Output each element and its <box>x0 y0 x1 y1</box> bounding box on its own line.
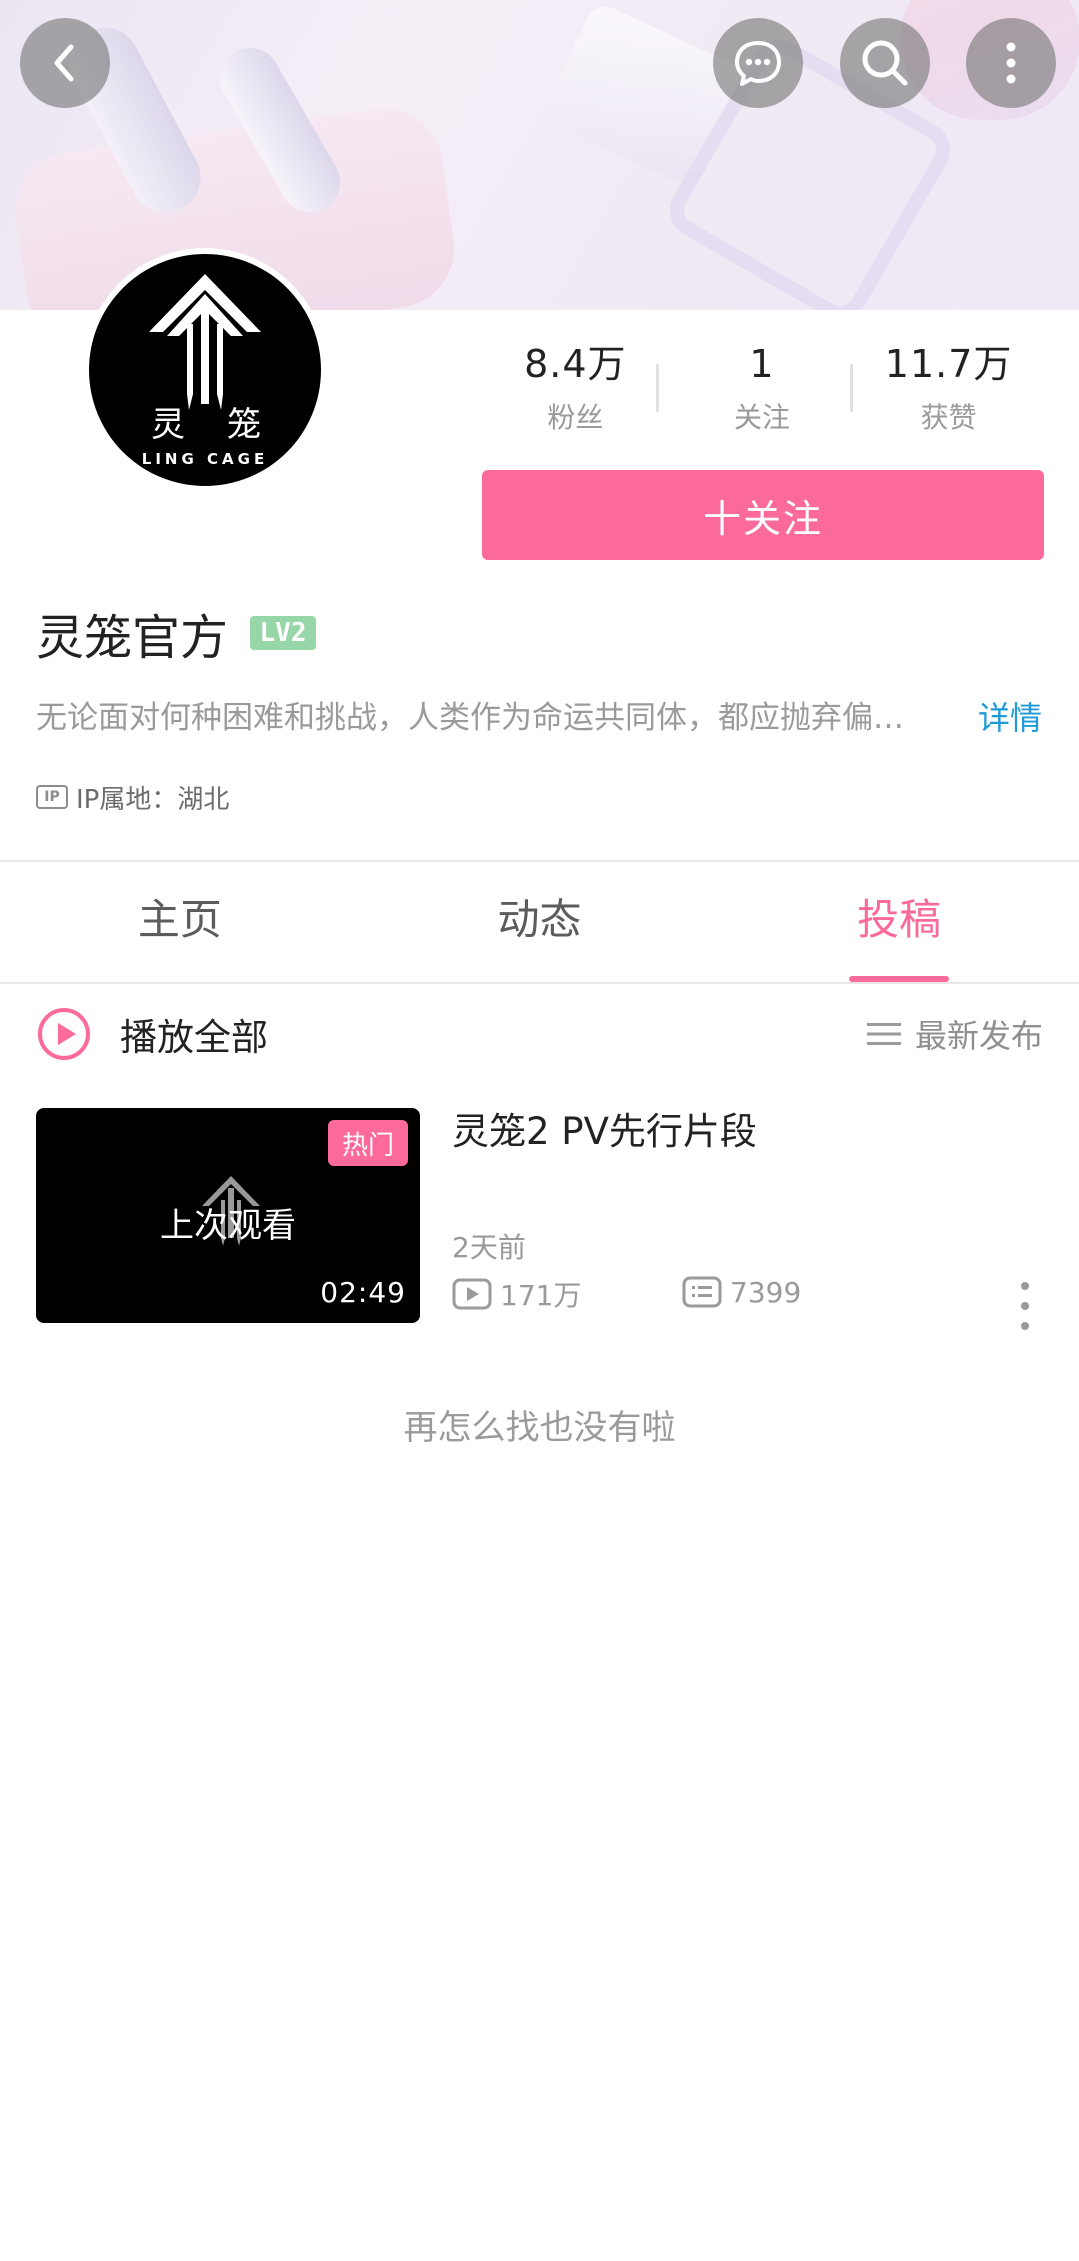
last-watched-label: 上次观看 <box>160 1206 296 1246</box>
stat-likes[interactable]: 11.7万 获赞 <box>855 334 1042 444</box>
ip-location-text: IP属地：湖北 <box>76 784 230 815</box>
profile-tabs: 主页 动态 投稿 <box>0 862 1079 982</box>
tab-uploads[interactable]: 投稿 <box>719 862 1079 982</box>
stat-value: 11.7万 <box>884 342 1013 386</box>
video-more-button[interactable] <box>1012 1282 1038 1330</box>
ip-location: IP IP属地：湖北 <box>36 776 229 818</box>
avatar[interactable]: 灵 笼 LING CAGE <box>83 248 327 492</box>
stat-followers[interactable]: 8.4万 粉丝 <box>482 334 669 444</box>
tab-label: 投稿 <box>857 895 942 944</box>
chat-bubble-icon <box>735 41 781 86</box>
search-icon <box>862 40 908 86</box>
tab-home[interactable]: 主页 <box>0 862 360 982</box>
play-all-label: 播放全部 <box>120 1016 268 1059</box>
level-badge: LV2 <box>250 616 317 650</box>
profile-bio: 无论面对何种困难和挑战，人类作为命运共同体，都应抛弃偏… <box>36 700 904 736</box>
video-thumbnail[interactable]: 热门 上次观看 02:49 <box>36 1108 420 1323</box>
avatar-char-1: 灵 <box>151 405 185 445</box>
play-all-button[interactable]: 播放全部 <box>36 1003 268 1065</box>
end-of-list-text: 再怎么找也没有啦 <box>403 1408 676 1448</box>
avatar-char-2: 笼 <box>227 405 261 445</box>
hot-badge: 热门 <box>328 1120 408 1166</box>
more-options-button[interactable] <box>966 18 1056 108</box>
back-button[interactable] <box>20 18 110 108</box>
stat-following[interactable]: 1 关注 <box>669 334 856 444</box>
video-title[interactable]: 灵笼2 PV先行片段 <box>452 1104 757 1160</box>
play-count-icon <box>452 1278 492 1310</box>
profile-stats: 8.4万 粉丝 1 关注 11.7万 获赞 <box>482 334 1042 444</box>
message-button[interactable] <box>713 18 803 108</box>
stat-divider <box>850 364 853 412</box>
stat-value: 8.4万 <box>524 342 627 386</box>
divider <box>0 982 1079 984</box>
video-play-count: 171万 <box>452 1274 581 1314</box>
follow-button[interactable]: 十关注 <box>482 470 1044 560</box>
search-button[interactable] <box>840 18 930 108</box>
name-row: 灵笼官方 LV2 <box>36 600 317 666</box>
chevron-left-icon <box>54 44 74 82</box>
play-circle-icon <box>38 1008 90 1060</box>
play-count-value: 171万 <box>500 1279 582 1312</box>
bio-detail-link[interactable]: 详情 <box>978 692 1042 744</box>
tab-label: 动态 <box>497 895 582 944</box>
comment-count-value: 7399 <box>730 1275 802 1309</box>
profile-name: 灵笼官方 <box>36 610 229 666</box>
sort-button[interactable]: 最新发布 <box>866 1003 1043 1065</box>
list-sort-icon <box>866 1023 901 1045</box>
tab-label: 主页 <box>137 895 222 944</box>
avatar-subtitle: LING CAGE <box>142 450 268 468</box>
stat-divider <box>656 364 659 412</box>
stat-label: 关注 <box>733 401 790 434</box>
sort-label: 最新发布 <box>914 1017 1043 1055</box>
video-comment-count: 7399 <box>682 1274 801 1310</box>
ling-cage-logo-icon: 灵 笼 LING CAGE <box>142 274 268 468</box>
stat-value: 1 <box>749 342 775 386</box>
more-vertical-icon <box>1006 42 1016 84</box>
ip-icon: IP <box>36 785 68 809</box>
video-publish-time: 2天前 <box>452 1231 526 1264</box>
comment-count-icon <box>682 1276 722 1308</box>
stat-label: 粉丝 <box>547 401 604 434</box>
tab-dynamics[interactable]: 动态 <box>360 862 720 982</box>
video-duration: 02:49 <box>320 1276 406 1309</box>
stat-label: 获赞 <box>920 401 977 434</box>
